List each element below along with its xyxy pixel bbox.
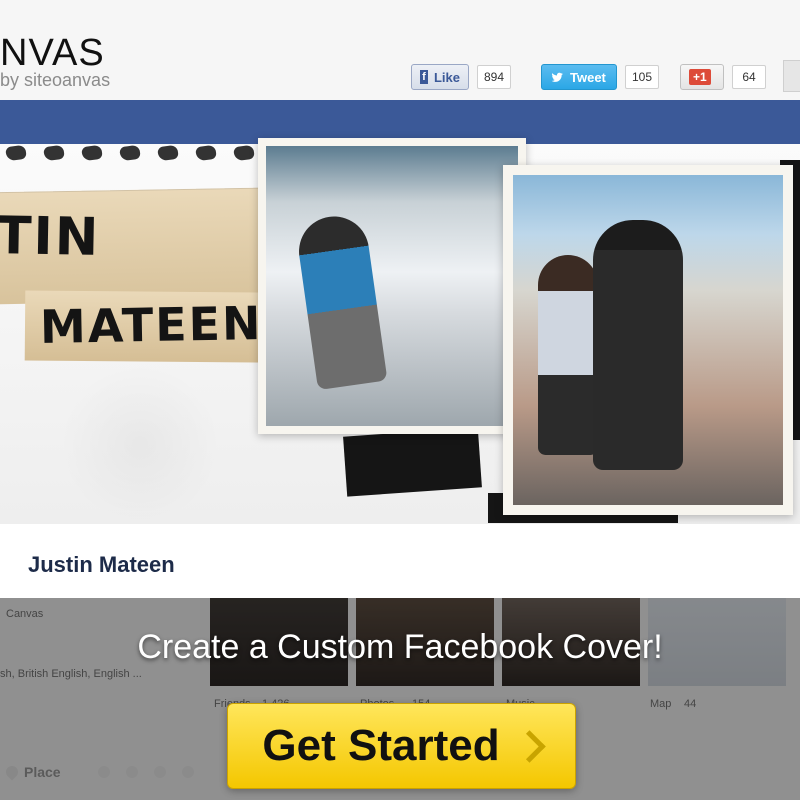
map-pin-icon — [3, 763, 21, 781]
action-icon[interactable] — [182, 766, 194, 778]
site-header: NVAS by siteoanvas f Like 894 Tweet 105 … — [0, 0, 800, 100]
doodle-icon — [157, 144, 179, 162]
person-figure — [538, 255, 598, 455]
site-tagline: by siteoanvas — [0, 70, 111, 90]
cover-name-line-1: TIN — [0, 206, 101, 268]
chevron-right-icon — [512, 729, 546, 763]
person-figure — [593, 220, 683, 470]
facebook-like-count: 894 — [477, 65, 512, 89]
facebook-share: f Like 894 — [411, 62, 512, 92]
site-logo[interactable]: NVAS — [0, 32, 105, 75]
cover-photo-balcony — [258, 138, 526, 434]
cover-photo-couple — [503, 165, 793, 515]
place-label: Place — [24, 764, 61, 780]
action-icon[interactable] — [126, 766, 138, 778]
photo-shadow — [343, 427, 482, 497]
profile-name[interactable]: Justin Mateen — [28, 552, 175, 578]
plusone-label: +1 — [689, 69, 711, 85]
doodle-icon — [195, 144, 217, 162]
facebook-like-label: Like — [433, 69, 460, 85]
doodle-icon — [81, 144, 103, 162]
action-icon[interactable] — [154, 766, 166, 778]
place-link[interactable]: Place — [3, 763, 61, 781]
person-figure — [294, 211, 388, 391]
bottom-action-icons — [98, 766, 194, 778]
tweet-count: 105 — [625, 65, 660, 89]
plusone-button[interactable]: +1 — [680, 64, 724, 90]
plusone-count: 64 — [732, 65, 766, 89]
cta-headline: Create a Custom Facebook Cover! — [137, 628, 663, 666]
doodle-icon — [119, 144, 141, 162]
get-started-label: Get Started — [262, 721, 500, 770]
doodle-icon — [5, 144, 27, 162]
googleplus-share: +1 64 — [680, 62, 766, 92]
share-extra-icon[interactable] — [783, 60, 800, 92]
cover-name-line-2: MATEEN — [39, 296, 263, 354]
facebook-like-button[interactable]: f Like — [411, 64, 469, 90]
tweet-label: Tweet — [570, 69, 606, 85]
doodle-icon — [43, 144, 65, 162]
twitter-bird-icon — [551, 72, 563, 82]
twitter-share: Tweet 105 — [541, 62, 660, 92]
doodle-icon — [233, 144, 255, 162]
tweet-button[interactable]: Tweet — [541, 64, 617, 90]
action-icon[interactable] — [98, 766, 110, 778]
facebook-icon: f — [420, 70, 428, 84]
get-started-button[interactable]: Get Started — [227, 703, 576, 789]
